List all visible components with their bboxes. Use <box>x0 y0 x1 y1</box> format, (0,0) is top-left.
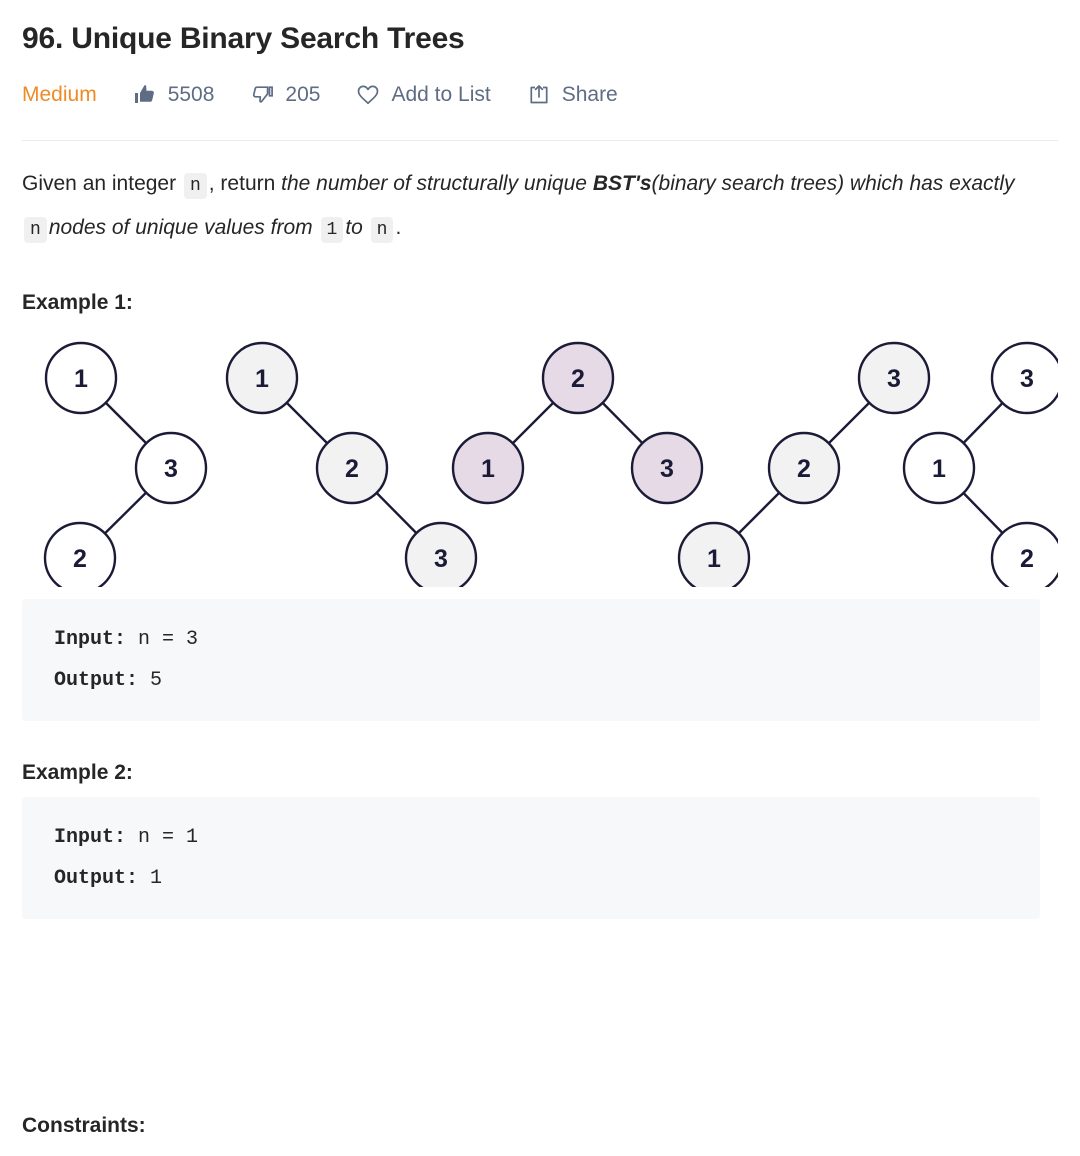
tree-node-label: 1 <box>481 455 495 483</box>
desc-em-2: (binary search trees) which has exactly <box>651 171 1015 195</box>
output-label: Output: <box>54 866 139 890</box>
like-count: 5508 <box>167 83 215 106</box>
tree-node-label: 2 <box>345 455 359 483</box>
thumbs-up-icon <box>133 83 157 107</box>
bst-figure: 1 3 2 1 2 3 2 1 3 3 2 1 3 1 2 <box>22 335 1058 587</box>
input-value: n = 3 <box>138 627 199 651</box>
example-1-output-line: Output: 5 <box>54 660 1040 701</box>
tree-node-label: 2 <box>797 455 811 483</box>
dislike-button[interactable]: 205 <box>250 83 320 107</box>
tree-edge <box>285 401 329 444</box>
tree-node-label: 1 <box>74 365 88 393</box>
example-2-output-line: Output: 1 <box>54 858 1040 899</box>
inline-code-n-2: n <box>24 216 47 243</box>
inline-code-n-3: n <box>370 216 394 243</box>
tree-node-label: 1 <box>707 545 721 573</box>
tree-node-label: 3 <box>434 545 448 573</box>
constraints-heading: Constraints: <box>22 1114 146 1137</box>
desc-strong-bst: BST's <box>592 171 652 195</box>
tree-node-label: 2 <box>73 545 87 573</box>
tree-edge <box>511 401 555 444</box>
input-value: n = 1 <box>138 825 199 849</box>
tree-2: 1 2 3 <box>225 341 478 587</box>
problem-description: Given an integer n, return the number of… <box>22 163 1058 251</box>
tree-node-label: 2 <box>1020 545 1034 573</box>
heart-icon <box>356 83 380 107</box>
tree-node-label: 1 <box>255 365 269 393</box>
example-1-input-line: Input: n = 3 <box>54 619 1040 660</box>
example-2-input-line: Input: n = 1 <box>54 817 1040 858</box>
share-icon <box>527 83 551 107</box>
tree-edge <box>737 491 781 534</box>
bst-diagram: 1 3 2 1 2 3 2 1 3 3 2 1 3 1 2 <box>43 341 1058 587</box>
share-button[interactable]: Share <box>527 83 618 107</box>
input-label: Input: <box>54 627 127 651</box>
tree-edge <box>104 491 147 534</box>
tree-node-label: 3 <box>1020 365 1034 393</box>
dislike-count: 205 <box>285 83 321 106</box>
desc-em-1: the number of structurally unique <box>281 171 587 195</box>
tree-edge <box>375 491 418 534</box>
tree-edge <box>601 401 644 444</box>
tree-node-label: 2 <box>571 365 585 393</box>
output-value: 5 <box>150 668 163 692</box>
add-to-list-label: Add to List <box>391 83 491 106</box>
tree-edge <box>104 401 148 444</box>
add-to-list-button[interactable]: Add to List <box>356 83 491 107</box>
tree-node-label: 3 <box>887 365 901 393</box>
example-1-heading: Example 1: <box>22 290 133 314</box>
page-title: 96. Unique Binary Search Trees <box>22 22 465 55</box>
thumbs-down-icon <box>250 83 274 107</box>
inline-code-1: 1 <box>320 216 344 243</box>
example-2-code-block: Input: n = 1 Output: 1 <box>22 796 1040 919</box>
share-label: Share <box>561 83 618 106</box>
tree-1: 1 3 2 <box>43 341 208 587</box>
tree-edge <box>962 401 1004 444</box>
problem-page: 96. Unique Binary Search Trees Medium 55… <box>0 0 1080 919</box>
inline-code-n-1: n <box>183 172 207 199</box>
output-label: Output: <box>54 668 139 692</box>
example-2-heading: Example 2: <box>22 760 133 784</box>
tree-node-label: 3 <box>164 455 178 483</box>
input-label: Input: <box>54 825 127 849</box>
tree-node-label: 1 <box>932 455 946 483</box>
toolbar-divider <box>22 139 1058 141</box>
example-1-code-block: Input: n = 3 Output: 5 <box>22 598 1040 721</box>
tree-4: 3 2 1 <box>677 341 931 587</box>
difficulty-badge: Medium <box>22 83 97 106</box>
tree-node-label: 3 <box>660 455 674 483</box>
tree-edge <box>827 401 871 444</box>
desc-part-2: , return <box>208 171 276 195</box>
desc-em-4: to <box>345 215 363 239</box>
desc-em-3: nodes of unique values from <box>48 215 313 239</box>
tree-edge <box>962 491 1004 534</box>
tree-3: 2 1 3 <box>451 341 704 504</box>
desc-part-1: Given an integer <box>22 171 177 195</box>
output-value: 1 <box>150 866 163 890</box>
like-button[interactable]: 5508 <box>133 83 215 107</box>
problem-meta-toolbar: Medium 5508 205 Add to List Share <box>22 78 1058 112</box>
desc-part-3: . <box>395 215 402 239</box>
